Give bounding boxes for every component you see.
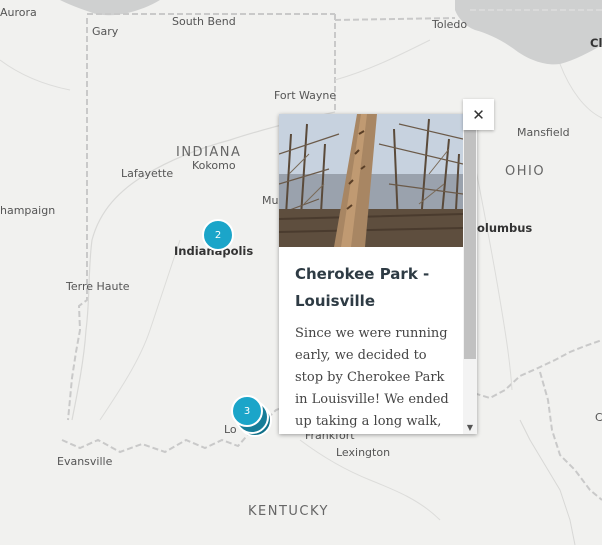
city-label-columbus: olumbus [477, 221, 533, 235]
cluster-marker-indianapolis[interactable]: 2 [202, 219, 234, 251]
city-label-evansville: Evansville [57, 455, 113, 468]
popup-scrollbar-thumb[interactable] [464, 120, 476, 359]
cluster-count-louisville: 3 [243, 405, 251, 417]
city-label-louisville: Lo [224, 423, 237, 436]
city-label-aurora: Aurora [0, 6, 37, 19]
cluster-marker-louisville[interactable]: 3 [231, 395, 263, 427]
city-label-fort-wayne: Fort Wayne [274, 89, 337, 102]
city-label-mu: Mu [262, 194, 279, 207]
city-label-kokomo: Kokomo [192, 159, 236, 172]
popup-title: Cherokee Park - Louisville [295, 265, 430, 310]
city-label-mansfield: Mansfield [517, 126, 570, 139]
city-label-south-bend: South Bend [172, 15, 236, 28]
popup-description: Since we were running early, we decided … [295, 326, 449, 429]
city-label-lafayette: Lafayette [121, 167, 174, 180]
city-label-champaign: hampaign [0, 204, 56, 217]
state-label-kentucky: KENTUCKY [248, 504, 329, 519]
city-label-lexington: Lexington [336, 446, 391, 459]
popup-scrollbar[interactable]: ▼ [463, 114, 477, 434]
state-label-indiana: INDIANA [176, 145, 242, 160]
city-label-cl: Cl [590, 36, 602, 50]
popup-photo [279, 114, 463, 247]
city-label-gary: Gary [92, 25, 119, 38]
location-popup: Cherokee Park - Louisville Since we were… [279, 114, 477, 434]
cluster-count-indianapolis: 2 [214, 229, 222, 241]
popup-close-button[interactable]: ✕ [463, 99, 494, 130]
close-icon: ✕ [472, 105, 485, 124]
city-label-toledo: Toledo [432, 18, 468, 31]
popup-content[interactable]: Cherokee Park - Louisville Since we were… [279, 247, 463, 434]
city-label-terre-haute: Terre Haute [66, 280, 130, 293]
scroll-down-arrow-icon[interactable]: ▼ [463, 420, 477, 434]
state-label-ohio: OHIO [505, 164, 546, 179]
city-label-c-right: C [595, 411, 602, 424]
